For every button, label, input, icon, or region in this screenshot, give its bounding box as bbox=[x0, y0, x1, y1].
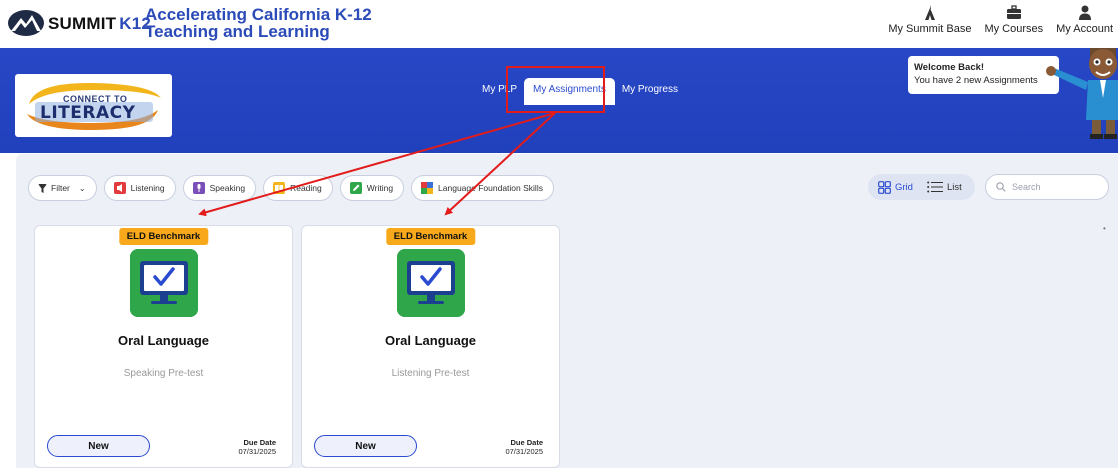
chip-listening[interactable]: Listening bbox=[103, 175, 176, 201]
funnel-icon bbox=[38, 183, 47, 193]
due-date: Due Date 07/31/2025 bbox=[505, 438, 543, 456]
tagline-line-1: Accelerating California K-12 bbox=[145, 5, 372, 24]
due-date-label: Due Date bbox=[510, 438, 543, 447]
due-date: Due Date 07/31/2025 bbox=[238, 438, 276, 456]
chip-label: Writing bbox=[366, 183, 394, 193]
due-date-value: 07/31/2025 bbox=[505, 447, 543, 456]
computer-check-icon bbox=[130, 249, 198, 317]
annotation-highlight-box bbox=[506, 66, 605, 113]
nav-my-account[interactable]: My Account bbox=[1051, 4, 1118, 44]
nav-label: My Courses bbox=[984, 23, 1044, 35]
top-header: SUMMIT K12 Accelerating California K-12 T… bbox=[0, 0, 1118, 48]
reading-icon bbox=[273, 182, 286, 194]
list-label: List bbox=[946, 181, 962, 193]
list-view-button[interactable]: List bbox=[920, 177, 969, 197]
chip-label: Language Foundation Skills bbox=[438, 183, 543, 193]
speaking-icon bbox=[192, 182, 205, 194]
assignment-card[interactable]: ELD Benchmark Oral Language Listening Pr… bbox=[301, 225, 560, 468]
filter-dropdown[interactable]: Filter ⌄ bbox=[28, 175, 97, 201]
assignment-card[interactable]: ELD Benchmark Oral Language Speaking Pre… bbox=[34, 225, 293, 468]
card-title: Oral Language bbox=[117, 333, 210, 348]
chip-label: Speaking bbox=[209, 183, 246, 193]
chip-reading[interactable]: Reading bbox=[263, 175, 333, 201]
logo-big-text: LITERACY bbox=[40, 103, 136, 123]
computer-check-icon bbox=[397, 249, 465, 317]
list-icon bbox=[927, 181, 943, 193]
card-title: Oral Language bbox=[384, 333, 477, 348]
mascot-character-icon bbox=[1046, 48, 1118, 139]
filter-label: Filter bbox=[51, 183, 70, 193]
nav-label: My Account bbox=[1056, 23, 1113, 35]
briefcase-icon bbox=[1006, 5, 1021, 19]
due-date-label: Due Date bbox=[243, 438, 276, 447]
chevron-down-icon: ⌄ bbox=[78, 183, 86, 193]
chip-speaking[interactable]: Speaking bbox=[182, 175, 257, 201]
due-date-value: 07/31/2025 bbox=[238, 447, 276, 456]
search-box[interactable] bbox=[985, 174, 1109, 200]
welcome-title: Welcome Back! bbox=[914, 62, 985, 73]
summit-base-icon bbox=[924, 5, 935, 20]
nav-label: My Summit Base bbox=[888, 23, 972, 35]
top-nav: My Summit Base My Courses My Account bbox=[880, 4, 1118, 44]
view-toggle: Grid List bbox=[868, 174, 975, 200]
nav-my-courses[interactable]: My Courses bbox=[979, 4, 1048, 44]
eld-benchmark-badge: ELD Benchmark bbox=[385, 228, 476, 245]
language-foundation-icon bbox=[421, 182, 434, 194]
filter-bar: Filter ⌄ Listening Speaking Reading Writ… bbox=[28, 175, 561, 201]
card-subtitle: Speaking Pre-test bbox=[123, 368, 204, 379]
search-icon bbox=[996, 182, 1006, 192]
chip-label: Reading bbox=[290, 183, 322, 193]
eld-benchmark-badge: ELD Benchmark bbox=[118, 228, 209, 245]
listening-icon bbox=[113, 182, 126, 194]
chip-label: Listening bbox=[130, 183, 165, 193]
scrollbar-indicator[interactable]: • bbox=[1103, 224, 1106, 233]
chip-language-foundation-skills[interactable]: Language Foundation Skills bbox=[411, 175, 554, 201]
brand-wordmark[interactable]: SUMMIT K12 bbox=[48, 14, 151, 34]
welcome-message: You have 2 new Assignments bbox=[914, 75, 1038, 86]
writing-icon bbox=[349, 182, 362, 194]
brand-tagline: Accelerating California K-12 Teaching an… bbox=[145, 6, 372, 40]
new-status-button[interactable]: New bbox=[47, 435, 150, 457]
chip-writing[interactable]: Writing bbox=[339, 175, 405, 201]
card-subtitle: Listening Pre-test bbox=[391, 368, 470, 379]
connect-to-literacy-logo[interactable]: CONNECT TO LITERACY bbox=[15, 74, 172, 137]
tagline-line-2: Teaching and Learning bbox=[145, 22, 330, 41]
new-status-button[interactable]: New bbox=[314, 435, 417, 457]
mountain-logo-icon[interactable] bbox=[7, 9, 45, 37]
search-input[interactable] bbox=[1012, 182, 1102, 192]
welcome-bubble: Welcome Back! You have 2 new Assignments bbox=[908, 56, 1059, 94]
user-icon bbox=[1078, 5, 1091, 20]
grid-icon bbox=[878, 180, 891, 194]
nav-my-summit-base[interactable]: My Summit Base bbox=[883, 4, 976, 44]
tab-my-progress[interactable]: My Progress bbox=[615, 79, 685, 100]
grid-label: Grid bbox=[895, 181, 913, 193]
grid-view-button[interactable]: Grid bbox=[871, 177, 920, 197]
brand-name: SUMMIT bbox=[48, 14, 117, 33]
